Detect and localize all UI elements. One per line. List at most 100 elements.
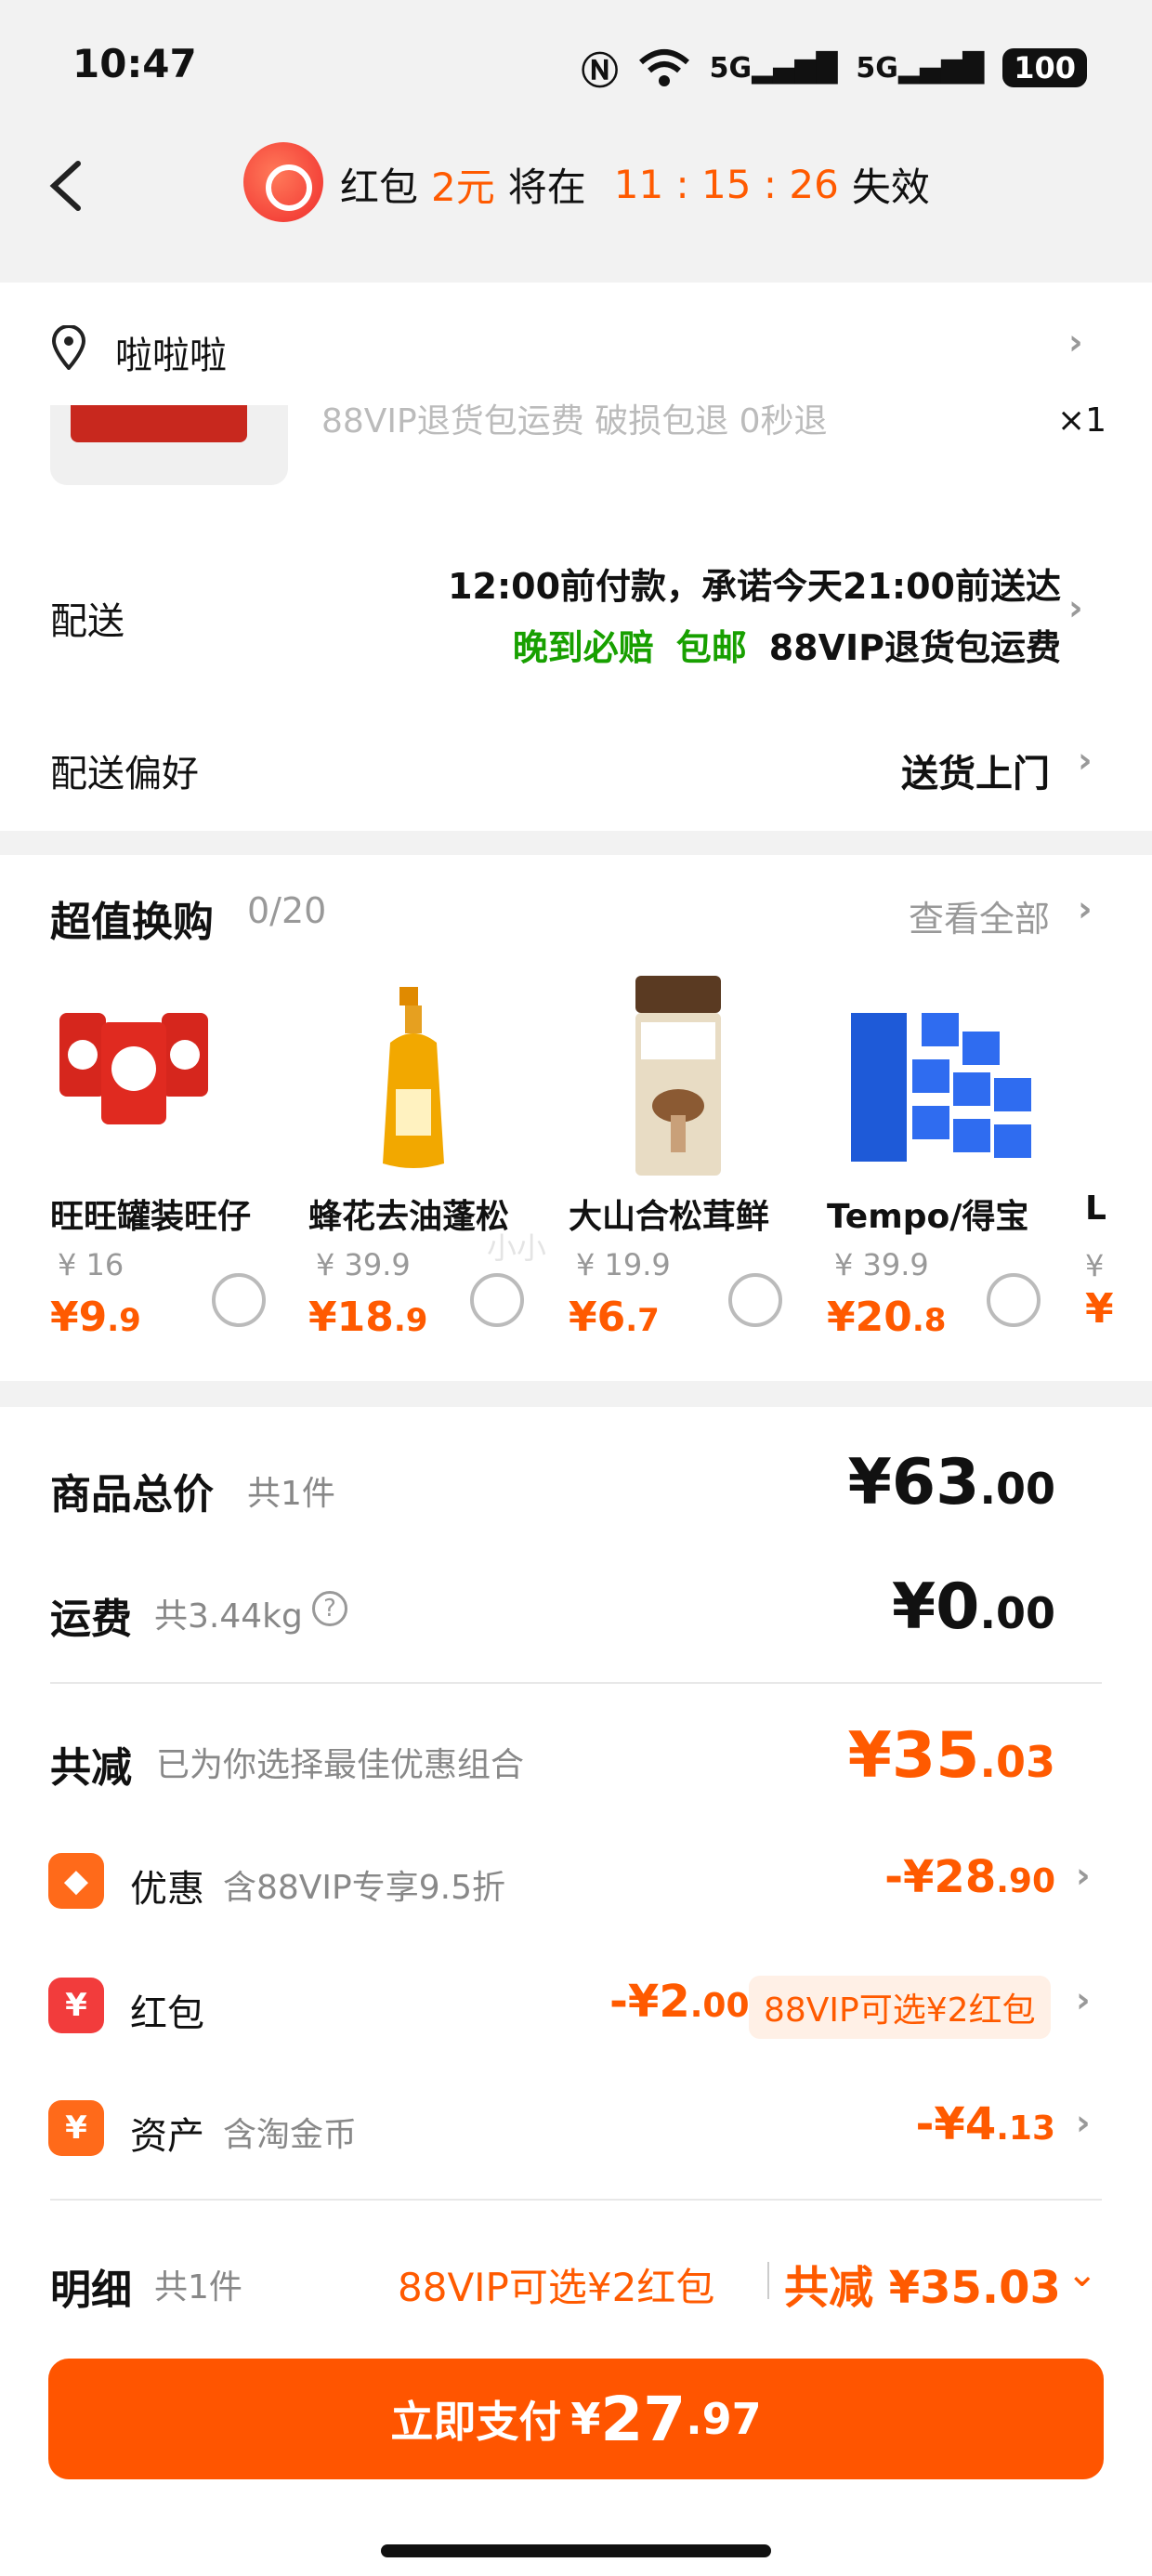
product-image-tissues	[851, 1013, 1031, 1162]
red-packet-label: 红包	[130, 1992, 204, 2035]
product-price-int-1: ¥9	[50, 1294, 108, 1341]
back-button[interactable]	[41, 158, 97, 214]
product-new-price-1: ¥9.9	[50, 1294, 141, 1341]
reduce-total: ¥35.03	[848, 1719, 1055, 1793]
product-old-price-1: ¥ 16	[58, 1247, 124, 1282]
summary-divider-1	[50, 1682, 1102, 1684]
signal-5g-label: 5G	[709, 51, 753, 85]
product-new-price-5: ¥	[1085, 1285, 1152, 1333]
delivery-promise: 12:00前付款，承诺今天21:00前送达	[448, 566, 1061, 607]
product-price-int-3: ¥6	[569, 1294, 626, 1341]
red-packet-amount-int: -¥2	[609, 1976, 690, 2028]
signal-5g-icon: 5G▂▄▆█	[709, 51, 838, 85]
status-time: 10:47	[72, 41, 197, 86]
see-all-link[interactable]: 查看全部	[909, 890, 1050, 941]
product-name-2: 蜂花去油蓬松	[308, 1198, 510, 1236]
see-all-chevron-icon[interactable]: ›	[1078, 888, 1093, 929]
red-packet-timer-icon	[243, 142, 323, 222]
asset-amount[interactable]: -¥4.13	[916, 2098, 1056, 2150]
total-price-int: ¥63	[847, 1446, 980, 1519]
reduce-total-dec: .03	[979, 1737, 1056, 1787]
product-name-4: Tempo/得宝	[827, 1198, 1029, 1236]
product-price-dec-3: .7	[625, 1302, 660, 1339]
discount-subtitle: 含88VIP专享9.5折	[223, 1869, 506, 1907]
product-price-dec-1: .9	[107, 1302, 141, 1339]
product-price-int-2: ¥18	[308, 1294, 394, 1341]
expiry-suffix: 失效	[851, 164, 930, 210]
summary-divider-2	[50, 2199, 1102, 2201]
detail-label: 明细	[50, 2267, 132, 2314]
detail-separator	[767, 2262, 769, 2299]
shipping-price: ¥0.00	[892, 1571, 1055, 1644]
address-name[interactable]: 啦啦啦	[115, 325, 227, 379]
free-shipping-tag: 包邮	[675, 627, 747, 668]
product-image-mushroom-jar	[635, 976, 721, 1176]
battery-icon: 100	[1002, 48, 1087, 87]
watermark-text: 小小	[487, 1230, 547, 1266]
product-select-radio-4[interactable]	[987, 1273, 1041, 1327]
asset-amount-int: -¥4	[915, 2098, 997, 2150]
delivery-tags: 晚到必赔 包邮 88VIP退货包运费	[513, 619, 1061, 670]
total-price-dec: .00	[979, 1464, 1056, 1514]
vip-red-packet-pill[interactable]: 88VIP可选¥2红包	[749, 1976, 1051, 2039]
reduce-subtitle: 已为你选择最佳优惠组合	[156, 1746, 525, 1784]
total-count: 共1件	[247, 1475, 335, 1513]
product-old-price-4: ¥ 39.9	[834, 1247, 929, 1282]
pay-now-button[interactable]: 立即支付 ¥ 27 .97	[48, 2359, 1104, 2479]
expiry-prefix: 红包	[340, 164, 419, 210]
asset-chevron-icon[interactable]: ›	[1076, 2102, 1091, 2143]
total-label: 商品总价	[50, 1471, 214, 1518]
product-image-shampoo	[383, 987, 444, 1168]
discount-amount[interactable]: -¥28.90	[884, 1851, 1055, 1903]
detail-reduce[interactable]: 共减 ¥35.03	[784, 2251, 1061, 2316]
total-price: ¥63.00	[848, 1446, 1055, 1519]
product-price-dec-4: .8	[911, 1302, 947, 1339]
pay-amount-int: 27	[600, 2383, 687, 2455]
discount-amount-int: -¥28	[884, 1851, 997, 1903]
shipping-price-dec: .00	[979, 1588, 1056, 1638]
red-packet-amount[interactable]: -¥2.00	[609, 1976, 750, 2028]
preference-chevron-icon[interactable]: ›	[1078, 740, 1093, 781]
product-name-3: 大山合松茸鲜	[569, 1198, 770, 1236]
product-card-5[interactable]: L ¥ ¥	[1085, 1189, 1152, 1338]
status-icons: Ⓝ 5G▂▄▆█ 5G▂▄▆█ 100	[582, 41, 1087, 95]
product-card-3[interactable]	[632, 976, 725, 1184]
wifi-icon	[638, 49, 689, 86]
preference-value[interactable]: 送货上门	[901, 743, 1050, 797]
asset-amount-dec: .13	[996, 2109, 1055, 2148]
pay-amount-dec: .97	[686, 2394, 762, 2444]
item-thumbnail	[50, 405, 288, 485]
delivery-label: 配送	[50, 600, 124, 643]
detail-promo[interactable]: 88VIP可选¥2红包	[398, 2256, 714, 2313]
signal-5g-label-2: 5G	[856, 51, 898, 85]
product-card-2[interactable]	[372, 987, 455, 1176]
discount-tag-icon: ◆	[48, 1853, 104, 1909]
pay-currency: ¥	[570, 2394, 601, 2444]
expand-down-icon[interactable]: ⌄	[1067, 2253, 1098, 2295]
vip-return-tag: 88VIP退货包运费	[768, 627, 1061, 668]
product-select-radio-1[interactable]	[212, 1273, 266, 1327]
help-icon[interactable]: ?	[312, 1591, 347, 1626]
product-price-int-5: ¥	[1085, 1285, 1114, 1333]
product-old-price-2: ¥ 39.9	[316, 1247, 411, 1282]
reduce-total-int: ¥35	[847, 1719, 980, 1793]
detail-count: 共1件	[154, 2268, 242, 2307]
product-select-radio-3[interactable]	[728, 1273, 782, 1327]
chevron-right-icon[interactable]: ›	[1068, 322, 1083, 362]
expiry-middle: 将在	[507, 164, 586, 210]
delivery-chevron-icon[interactable]: ›	[1068, 587, 1083, 628]
product-select-radio-2[interactable]	[470, 1273, 524, 1327]
expiry-countdown: 11 : 15 : 26	[613, 162, 839, 207]
discount-amount-dec: .90	[996, 1862, 1055, 1900]
shipping-price-int: ¥0	[891, 1571, 980, 1644]
product-card-4[interactable]	[847, 1004, 1033, 1175]
shipping-weight: 共3.44kg	[154, 1597, 303, 1636]
product-new-price-2: ¥18.9	[308, 1294, 427, 1341]
discount-chevron-icon[interactable]: ›	[1076, 1855, 1091, 1896]
home-indicator[interactable]	[381, 2544, 771, 2557]
red-packet-expiry: 红包 2元 将在 11 : 15 : 26 失效	[340, 156, 930, 213]
product-card-1[interactable]	[50, 976, 217, 1137]
red-packet-chevron-icon[interactable]: ›	[1076, 1979, 1091, 2020]
product-image-cans	[59, 1013, 208, 1124]
asset-subtitle: 含淘金币	[223, 2116, 358, 2154]
